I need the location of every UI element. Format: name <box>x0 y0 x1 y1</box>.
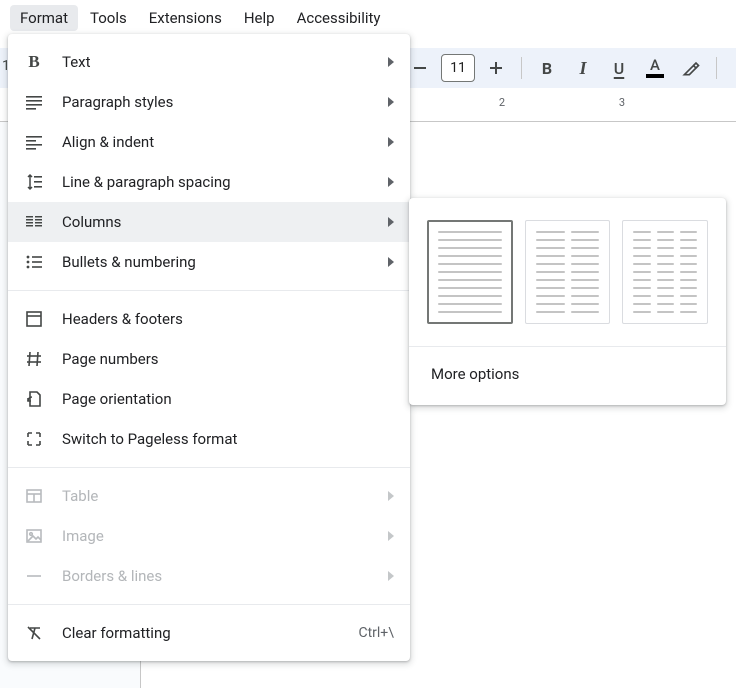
chevron-right-icon <box>388 571 394 581</box>
highlight-color-button[interactable] <box>676 53 706 83</box>
chevron-right-icon <box>388 177 394 187</box>
format-menu: B Text Paragraph styles Align & indent L… <box>8 34 410 661</box>
menu-bullets-numbering[interactable]: Bullets & numbering <box>8 242 410 282</box>
columns-option-2[interactable] <box>525 220 611 324</box>
menu-align-indent[interactable]: Align & indent <box>8 122 410 162</box>
menu-text-label: Text <box>62 53 372 71</box>
menubar-help[interactable]: Help <box>234 5 285 31</box>
columns-icon <box>22 210 46 234</box>
menu-switch-pageless[interactable]: Switch to Pageless format <box>8 419 410 459</box>
bold-button[interactable]: B <box>532 53 562 83</box>
menu-columns-label: Columns <box>62 213 372 231</box>
image-icon <box>22 524 46 548</box>
menu-headers-footers[interactable]: Headers & footers <box>8 299 410 339</box>
ruler-mark-2: 2 <box>499 96 505 109</box>
orientation-icon <box>22 387 46 411</box>
menu-clear-formatting[interactable]: Clear formatting Ctrl+\ <box>8 613 410 653</box>
chevron-right-icon <box>388 257 394 267</box>
align-icon <box>22 130 46 154</box>
menubar-format[interactable]: Format <box>10 5 78 31</box>
columns-submenu: More options <box>409 198 726 405</box>
menu-separator <box>8 290 410 291</box>
menu-table: Table <box>8 476 410 516</box>
clear-formatting-icon <box>22 621 46 645</box>
line-spacing-icon <box>22 170 46 194</box>
menu-page-numbers[interactable]: Page numbers <box>8 339 410 379</box>
menu-borders-lines: Borders & lines <box>8 556 410 596</box>
menu-borders-lines-label: Borders & lines <box>62 567 372 585</box>
bold-icon: B <box>22 50 46 74</box>
pageless-icon <box>22 427 46 451</box>
chevron-right-icon <box>388 97 394 107</box>
menu-separator <box>8 604 410 605</box>
menu-switch-pageless-label: Switch to Pageless format <box>62 430 394 448</box>
menu-paragraph-styles-label: Paragraph styles <box>62 93 372 111</box>
menu-paragraph-styles[interactable]: Paragraph styles <box>8 82 410 122</box>
menu-clear-formatting-shortcut: Ctrl+\ <box>358 625 394 641</box>
menu-page-numbers-label: Page numbers <box>62 350 394 368</box>
menu-text[interactable]: B Text <box>8 42 410 82</box>
menu-line-spacing-label: Line & paragraph spacing <box>62 173 372 191</box>
columns-more-options[interactable]: More options <box>409 347 726 405</box>
menu-clear-formatting-label: Clear formatting <box>62 624 342 642</box>
font-size-increase-button[interactable] <box>481 53 511 83</box>
hash-icon <box>22 347 46 371</box>
table-icon <box>22 484 46 508</box>
menu-image-label: Image <box>62 527 372 545</box>
chevron-right-icon <box>388 137 394 147</box>
borders-icon <box>22 564 46 588</box>
text-color-button[interactable]: A <box>640 53 670 83</box>
menubar-extensions[interactable]: Extensions <box>139 5 232 31</box>
menubar-accessibility[interactable]: Accessibility <box>287 5 391 31</box>
underline-button[interactable]: U <box>604 53 634 83</box>
chevron-right-icon <box>388 217 394 227</box>
toolbar-divider <box>521 57 522 79</box>
menu-table-label: Table <box>62 487 372 505</box>
toolbar-divider-2 <box>716 57 717 79</box>
menubar-tools[interactable]: Tools <box>80 5 137 31</box>
menu-line-spacing[interactable]: Line & paragraph spacing <box>8 162 410 202</box>
chevron-right-icon <box>388 531 394 541</box>
paragraph-icon <box>22 90 46 114</box>
menu-separator <box>8 467 410 468</box>
columns-option-1[interactable] <box>427 220 513 324</box>
headers-footers-icon <box>22 307 46 331</box>
columns-option-3[interactable] <box>622 220 708 324</box>
menu-page-orientation-label: Page orientation <box>62 390 394 408</box>
list-icon <box>22 250 46 274</box>
menu-headers-footers-label: Headers & footers <box>62 310 394 328</box>
ruler-mark-3: 3 <box>619 96 625 109</box>
menubar: Format Tools Extensions Help Accessibili… <box>0 0 736 36</box>
menu-bullets-numbering-label: Bullets & numbering <box>62 253 372 271</box>
menu-align-indent-label: Align & indent <box>62 133 372 151</box>
menu-page-orientation[interactable]: Page orientation <box>8 379 410 419</box>
menu-columns[interactable]: Columns <box>8 202 410 242</box>
italic-button[interactable]: I <box>568 53 598 83</box>
font-size-input[interactable]: 11 <box>441 54 475 82</box>
column-options-row <box>409 198 726 346</box>
chevron-right-icon <box>388 491 394 501</box>
chevron-right-icon <box>388 57 394 67</box>
menu-image: Image <box>8 516 410 556</box>
